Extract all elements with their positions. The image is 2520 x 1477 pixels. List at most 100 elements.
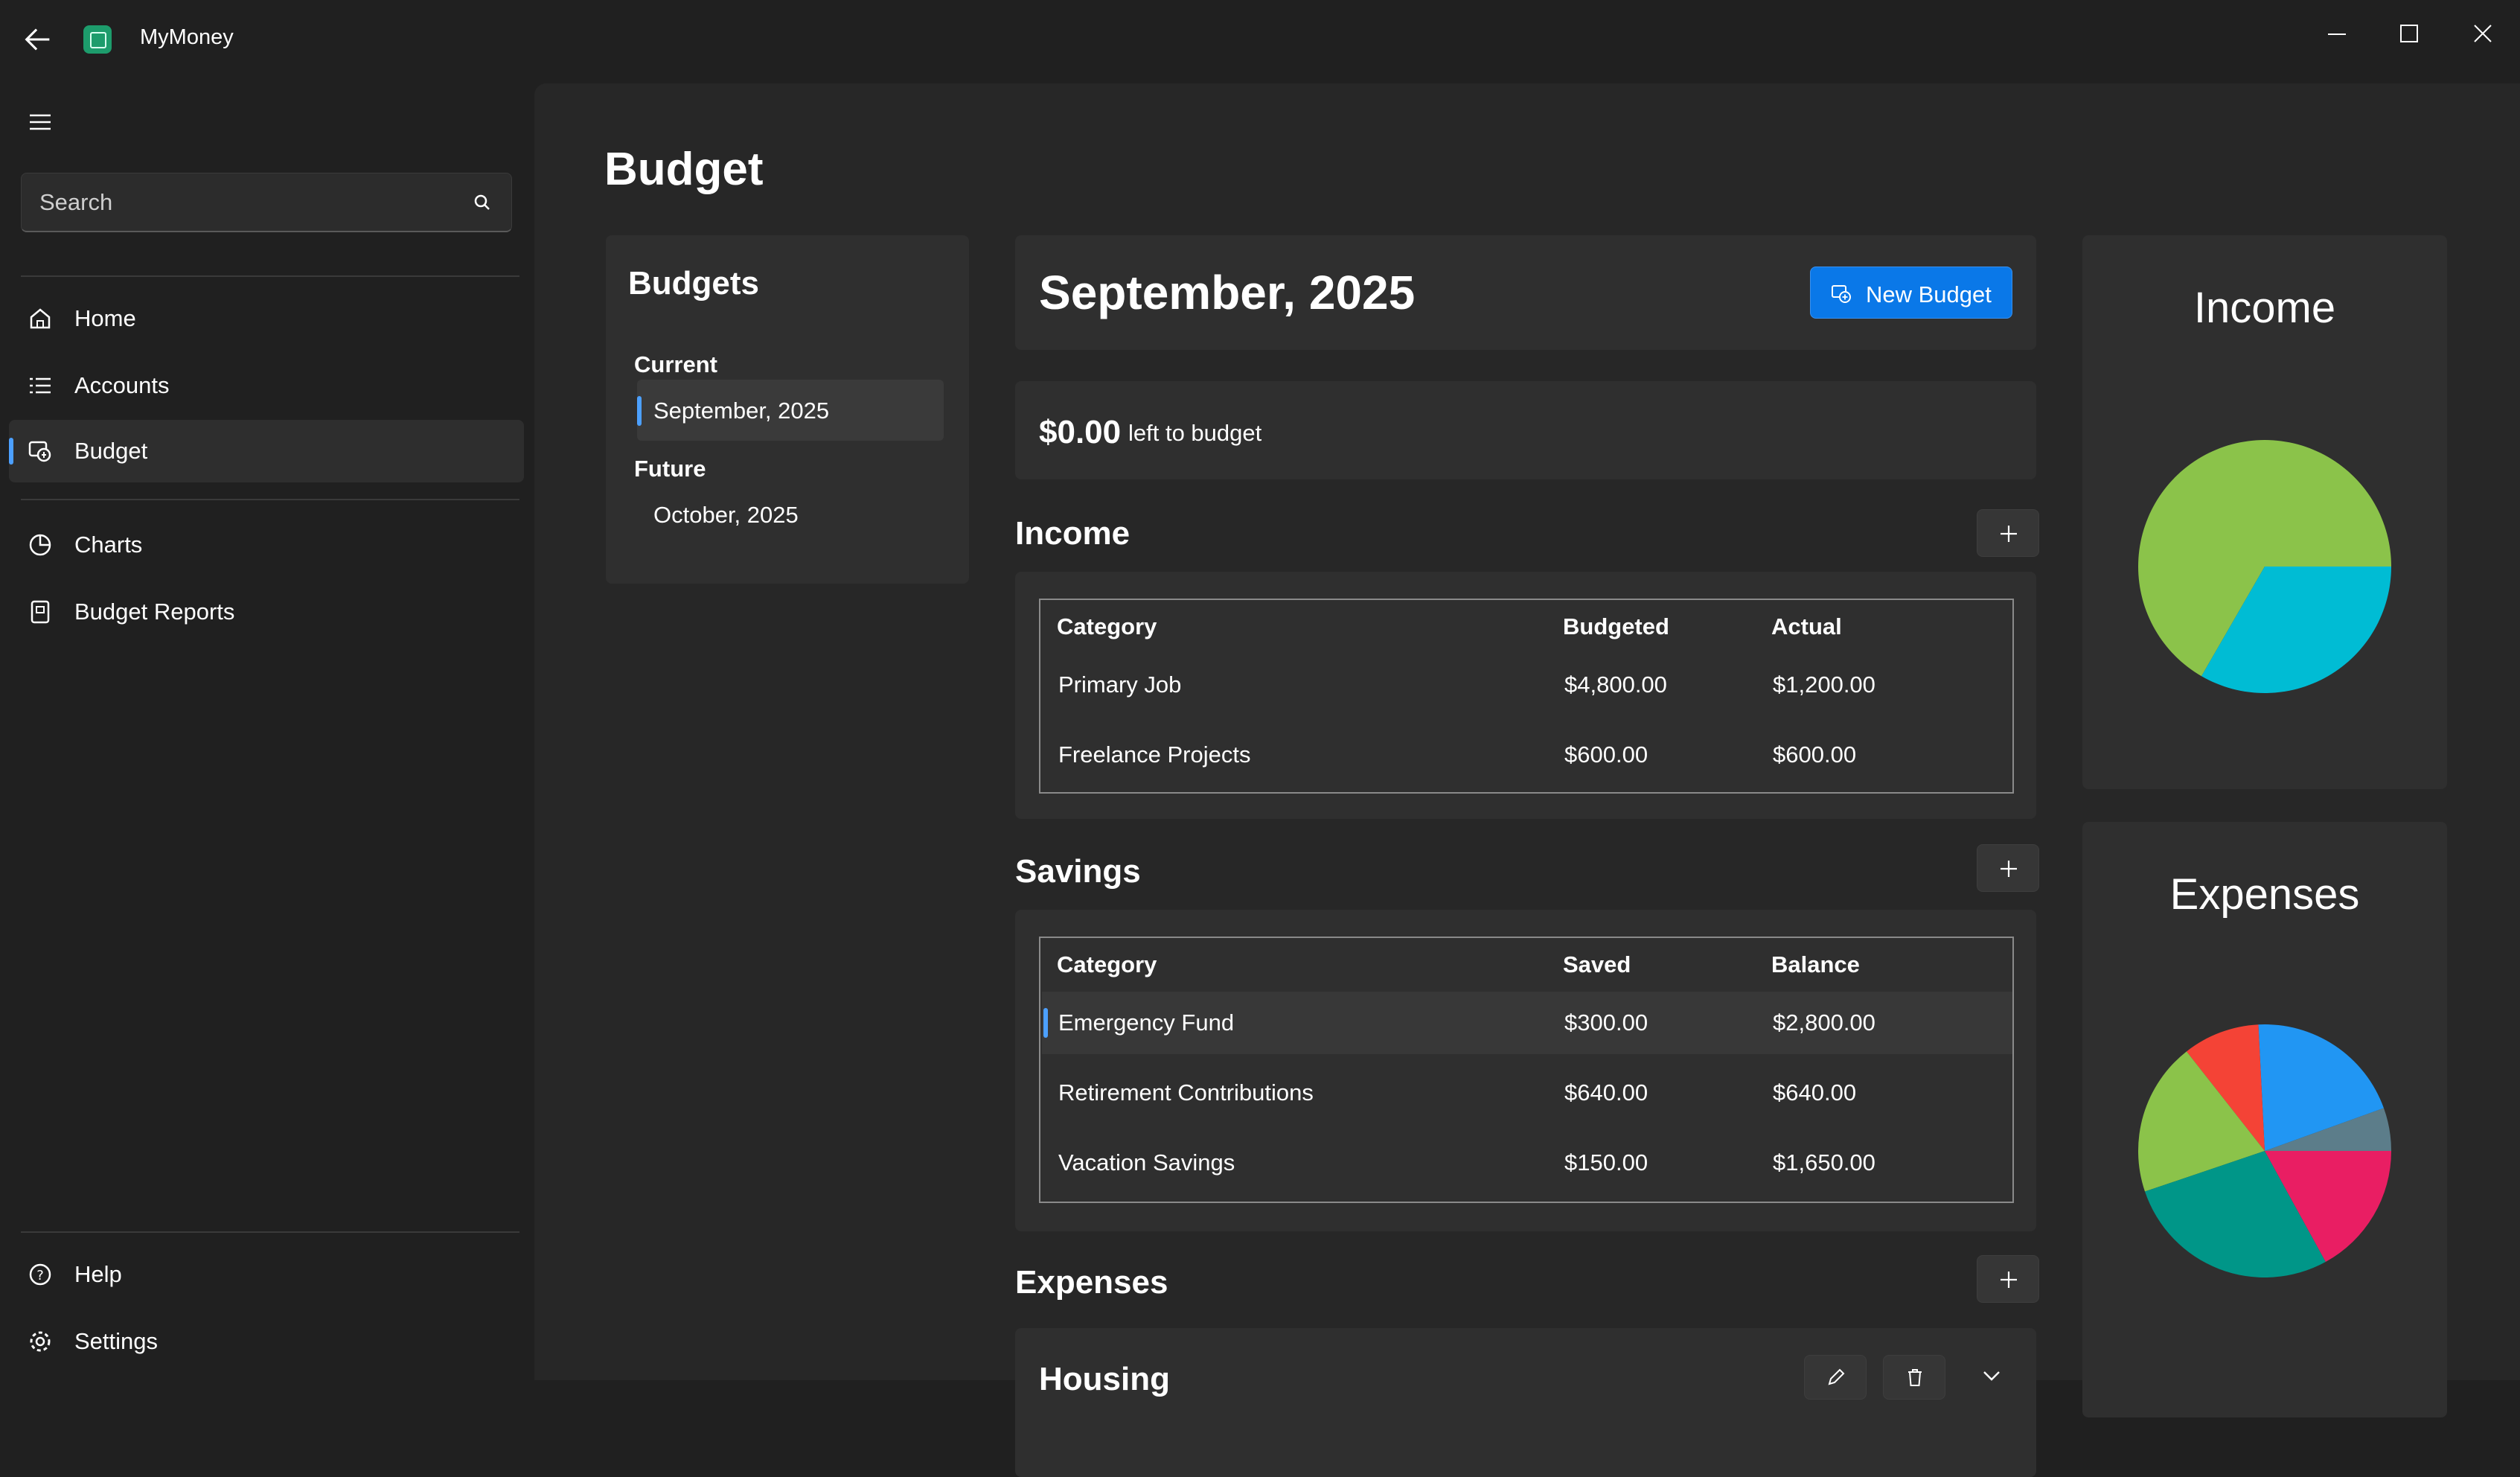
balance-cell: $640.00 [1773,1079,1857,1106]
delete-button[interactable] [1883,1355,1945,1400]
budget-icon [1832,285,1851,303]
search-icon[interactable] [471,191,493,214]
help-icon: ? [29,1263,51,1286]
edit-button[interactable] [1804,1355,1867,1400]
savings-section-title: Savings [1015,853,1141,890]
maximize-icon[interactable] [2386,12,2431,57]
category-cell: Primary Job [1058,671,1182,698]
sidebar-item-label: Budget [74,438,148,464]
savings-table-panel: Category Saved Balance Emergency Fund $3… [1015,910,2036,1231]
selection-indicator [9,438,13,465]
sidebar-item-budget[interactable]: Budget [9,420,524,482]
sidebar-item-budget-reports[interactable]: Budget Reports [9,581,524,643]
category-cell: Emergency Fund [1058,1009,1235,1036]
search-input[interactable] [38,173,458,232]
sidebar-item-accounts[interactable]: Accounts [9,354,524,417]
chart-icon [29,534,51,556]
divider [21,1231,519,1233]
sidebar-item-settings[interactable]: Settings [9,1310,524,1373]
close-icon[interactable] [2460,12,2505,57]
sidebar-item-label: Help [74,1261,122,1287]
expenses-chart-panel: Expenses [2082,822,2447,1417]
budget-list-item[interactable]: October, 2025 [637,484,944,545]
sidebar-item-label: Budget Reports [74,599,235,625]
column-header: Actual [1771,613,1842,639]
hamburger-menu-icon[interactable] [25,107,55,137]
pencil-icon [1828,1368,1845,1385]
expenses-section-title: Expenses [1015,1264,1168,1301]
sidebar-item-label: Home [74,305,136,331]
category-cell: Vacation Savings [1058,1149,1235,1175]
sidebar: Home Accounts Budget Charts Budget Repor… [0,77,534,1380]
new-budget-label: New Budget [1866,281,1992,307]
saved-cell: $150.00 [1564,1149,1648,1175]
budget-list-item[interactable]: September, 2025 [637,380,944,441]
plus-icon [2001,861,2017,877]
actual-cell: $1,200.00 [1773,671,1875,698]
budget-list-item-label: October, 2025 [653,502,799,528]
sidebar-item-charts[interactable]: Charts [9,514,524,576]
trash-icon [1908,1369,1922,1386]
actual-cell: $600.00 [1773,741,1857,768]
income-table: Category Budgeted Actual Primary Job $4,… [1039,599,2014,794]
budget-list-item-label: September, 2025 [653,398,830,424]
column-header: Saved [1563,951,1631,977]
sidebar-item-label: Settings [74,1328,159,1354]
income-chart-panel: Income [2082,235,2447,789]
expense-category-title: Housing [1039,1361,1170,1397]
group-header-future: Future [634,456,706,482]
list-icon [30,377,51,394]
gear-icon [30,1331,51,1352]
add-savings-button[interactable] [1977,844,2039,892]
saved-cell: $640.00 [1564,1079,1648,1106]
savings-table: Category Saved Balance Emergency Fund $3… [1039,937,2014,1203]
selection-indicator [1043,1008,1048,1038]
income-pie-chart [2138,440,2391,693]
divider [21,275,519,277]
month-header: September, 2025 New Budget [1015,235,2036,350]
income-section-title: Income [1015,515,1131,552]
group-header-current: Current [634,351,717,377]
chevron-down-icon[interactable] [1978,1362,2005,1389]
sidebar-item-home[interactable]: Home [9,287,524,350]
income-table-panel: Category Budgeted Actual Primary Job $4,… [1015,572,2036,819]
month-title: September, 2025 [1039,266,1416,319]
left-to-budget-label: left to budget [1128,420,1262,446]
budgeted-cell: $4,800.00 [1564,671,1667,698]
sidebar-item-label: Accounts [74,372,170,398]
sidebar-item-label: Charts [74,532,143,558]
page-title: Budget [604,144,764,195]
new-budget-button[interactable]: New Budget [1810,267,2012,319]
category-cell: Freelance Projects [1058,741,1251,768]
budgeted-cell: $600.00 [1564,741,1648,768]
app-title: MyMoney [140,25,234,49]
budgets-panel: Budgets Current September, 2025 Future O… [606,235,969,584]
chart-title: Income [2193,284,2336,332]
plus-icon [2001,526,2017,542]
category-cell: Retirement Contributions [1058,1079,1314,1106]
add-expense-button[interactable] [1977,1255,2039,1303]
svg-text:?: ? [36,1268,44,1283]
sidebar-item-help[interactable]: ? Help [9,1243,524,1306]
home-icon [30,308,51,329]
left-to-budget-panel: $0.00 left to budget [1015,381,2036,479]
search-box[interactable] [21,173,512,232]
expense-category-card: Housing [1015,1328,2036,1477]
column-header: Category [1057,613,1157,639]
budget-icon [28,441,51,462]
plus-icon [2001,1272,2017,1288]
balance-cell: $2,800.00 [1773,1009,1875,1036]
minimize-icon[interactable] [2315,12,2359,57]
selection-indicator [637,396,642,426]
chart-title: Expenses [2169,870,2360,919]
budgets-heading: Budgets [628,265,759,302]
left-to-budget-amount: $0.00 [1039,414,1122,450]
balance-cell: $1,650.00 [1773,1149,1875,1175]
add-income-button[interactable] [1977,509,2039,557]
expenses-pie-chart [2138,1024,2391,1277]
divider [21,499,519,500]
app-logo-icon [83,25,112,54]
back-arrow-icon[interactable] [21,22,55,57]
main-content: Budget Budgets Current September, 2025 F… [534,83,2520,1477]
column-header: Balance [1771,951,1860,977]
